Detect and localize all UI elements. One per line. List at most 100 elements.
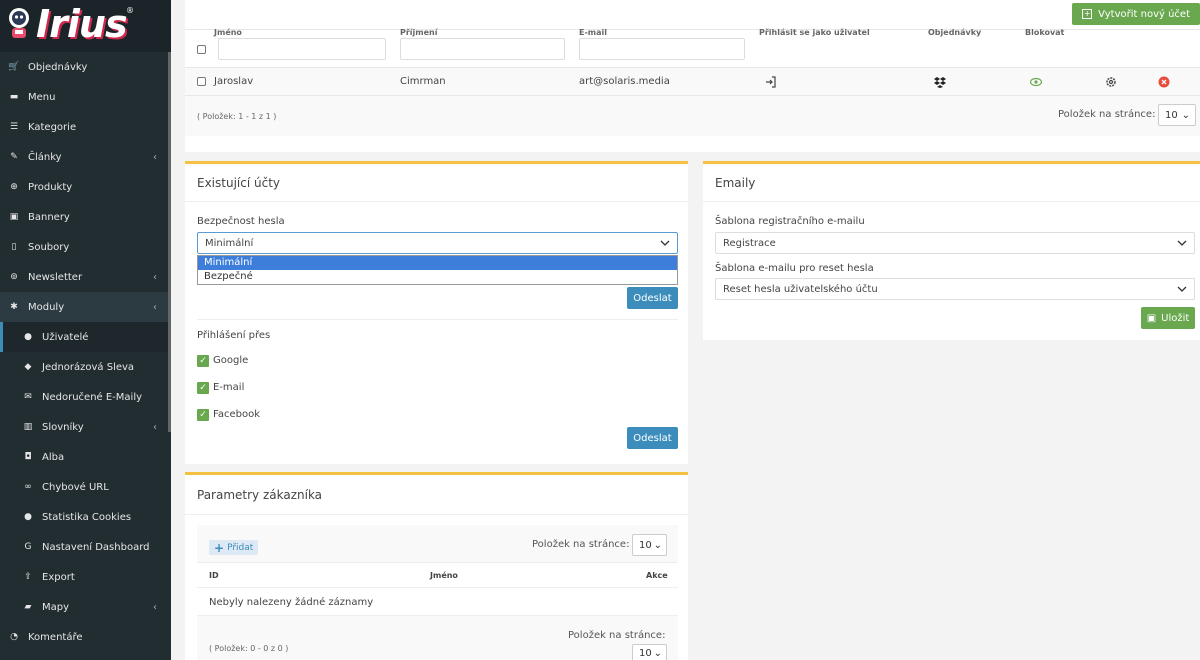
sidebar-item-10[interactable]: ● Uživatelé [0, 322, 171, 352]
add-button[interactable]: + Přidat [209, 540, 259, 555]
sidebar-item-label: Jednorázová Sleva [42, 361, 135, 373]
registration-template-select[interactable]: Registrace [715, 232, 1195, 254]
login-as-icon[interactable] [765, 76, 777, 88]
option-secure[interactable]: Bezpečné [198, 270, 677, 284]
delete-icon[interactable] [1158, 76, 1170, 88]
main-content: Jméno Příjmení E-mail Přihlásit se jako … [171, 0, 1200, 660]
chevron-down-icon: ⌄ [653, 539, 662, 551]
per-page-label: Položek na stránce: [532, 539, 630, 550]
save-button[interactable]: ▣ Uložit [1141, 307, 1195, 329]
filter-last-name-input[interactable] [400, 38, 565, 60]
save-label: Uložit [1161, 312, 1190, 324]
existing-accounts-panel: Existující účty Bezpečnost hesla Minimál… [185, 161, 688, 464]
sidebar-item-1[interactable]: 🛒 Objednávky [0, 52, 171, 82]
sidebar-item-7[interactable]: ▯ Soubory [0, 232, 171, 262]
sidebar-item-label: Mapy [42, 601, 70, 613]
sidebar-item-11[interactable]: ◆ Jednorázová Sleva [0, 352, 171, 382]
plus-square-icon: + [1082, 9, 1093, 19]
sidebar-item-label: Statistika Cookies [42, 511, 132, 523]
filter-first-name-input[interactable] [218, 38, 386, 60]
email-checkbox[interactable]: ✓ [197, 382, 209, 394]
reset-template-label: Šablona e-mailu pro reset hesla [715, 263, 874, 274]
chevron-down-icon: ⌄ [1181, 109, 1190, 121]
sidebar-item-6[interactable]: ▣ Bannery [0, 202, 171, 232]
col-id[interactable]: ID [209, 571, 219, 580]
sidebar-item-label: Newsletter [28, 271, 83, 283]
select-all-checkbox[interactable] [197, 45, 206, 54]
table-row: Jaroslav Cimrman art@solaris.media [185, 68, 1200, 96]
link-icon: ∞ [24, 482, 32, 492]
facebook-checkbox[interactable]: ✓ [197, 409, 209, 421]
gear-icon[interactable] [1105, 76, 1117, 88]
sidebar-item-2[interactable]: ▬ Menu [0, 82, 171, 112]
option-minimal[interactable]: Minimální [198, 256, 677, 270]
list-icon: ☰ [9, 122, 19, 132]
col-actions[interactable]: Akce [646, 571, 668, 580]
puzzle-icon: ✱ [10, 302, 18, 312]
chevron-left-icon: ‹ [153, 271, 157, 283]
registration-template-label: Šablona registračního e-mailu [715, 216, 865, 227]
send-button-2[interactable]: Odeslat [627, 427, 678, 449]
items-count: ( Položek: 0 - 0 z 0 ) [209, 644, 289, 653]
logo[interactable]: Irius ® [0, 0, 171, 52]
sidebar-item-14[interactable]: ◘ Alba [0, 442, 171, 472]
user-icon: ● [24, 332, 32, 342]
google-icon: G [24, 542, 32, 552]
password-strength-value: Minimální [205, 237, 254, 249]
col-name[interactable]: Jméno [430, 571, 458, 580]
chevron-left-icon: ‹ [153, 601, 157, 613]
password-strength-select[interactable]: Minimální [197, 232, 678, 254]
map-icon: ▰ [24, 602, 32, 612]
sidebar-item-label: Kategorie [28, 121, 77, 133]
sidebar-item-20[interactable]: ◔ Komentáře [0, 622, 171, 652]
chevron-left-icon: ‹ [153, 151, 157, 163]
chevron-down-icon [1177, 240, 1187, 246]
customer-params-table: + Přidat Položek na stránce: 10 ⌄ ID Jmé… [197, 525, 678, 660]
per-page-label: Položek na stránce: [1058, 109, 1156, 120]
create-account-label: Vytvořit nový účet [1098, 8, 1190, 20]
per-page-select[interactable]: 10 ⌄ [1158, 104, 1196, 126]
registered-mark: ® [126, 6, 134, 15]
customer-params-panel: Parametry zákazníka + Přidat Položek na … [185, 472, 688, 660]
sidebar-item-label: Moduly [28, 301, 65, 313]
chevron-down-icon [660, 240, 670, 246]
sidebar-item-5[interactable]: ⊕ Produkty [0, 172, 171, 202]
filter-email-input[interactable] [579, 38, 745, 60]
sidebar-item-label: Chybové URL [42, 481, 109, 493]
registration-template-value: Registrace [723, 237, 776, 249]
cell-last-name: Cimrman [400, 76, 446, 87]
sidebar-item-label: Menu [28, 91, 56, 103]
create-account-button[interactable]: + Vytvořit nový účet [1072, 3, 1200, 25]
brand-name: Irius [36, 2, 128, 46]
google-checkbox[interactable]: ✓ [197, 355, 209, 367]
row-checkbox[interactable] [197, 77, 206, 86]
save-icon: ▣ [1146, 312, 1157, 324]
sidebar-item-12[interactable]: ✉ Nedoručené E-Maily [0, 382, 171, 412]
reset-template-select[interactable]: Reset hesla uživatelského účtu [715, 278, 1195, 300]
sidebar-item-9[interactable]: ✱ Moduly ‹ [0, 292, 171, 322]
per-page-select-2[interactable]: 10 ⌄ [632, 644, 667, 660]
cart-icon: 🛒 [8, 62, 20, 72]
login-via-label: Přihlášení přes [197, 330, 271, 341]
sidebar-item-label: Slovníky [42, 421, 84, 433]
table-header: Jméno Příjmení E-mail Přihlásit se jako … [185, 0, 1200, 37]
sidebar-item-15[interactable]: ∞ Chybové URL [0, 472, 171, 502]
sidebar-item-18[interactable]: ⇪ Export [0, 562, 171, 592]
email-label: E-mail [213, 382, 245, 393]
sidebar-item-16[interactable]: ● Statistika Cookies [0, 502, 171, 532]
filter-row [185, 30, 1200, 68]
per-page-select[interactable]: 10 ⌄ [632, 534, 667, 556]
sidebar-item-3[interactable]: ☰ Kategorie [0, 112, 171, 142]
send-button[interactable]: Odeslat [627, 287, 678, 309]
sidebar-item-13[interactable]: ▥ Slovníky ‹ [0, 412, 171, 442]
sidebar-item-19[interactable]: ▰ Mapy ‹ [0, 592, 171, 622]
sidebar-item-8[interactable]: ⊚ Newsletter ‹ [0, 262, 171, 292]
eye-icon[interactable] [1030, 77, 1042, 87]
file-icon: ▯ [11, 242, 17, 252]
sidebar-item-label: Bannery [28, 211, 70, 223]
per-page-value: 10 [639, 539, 652, 551]
users-table: Jméno Příjmení E-mail Přihlásit se jako … [185, 0, 1200, 152]
sidebar-item-4[interactable]: ✎ Články ‹ [0, 142, 171, 172]
dropbox-orders-icon[interactable] [934, 76, 946, 88]
sidebar-item-17[interactable]: G Nastavení Dashboard [0, 532, 171, 562]
